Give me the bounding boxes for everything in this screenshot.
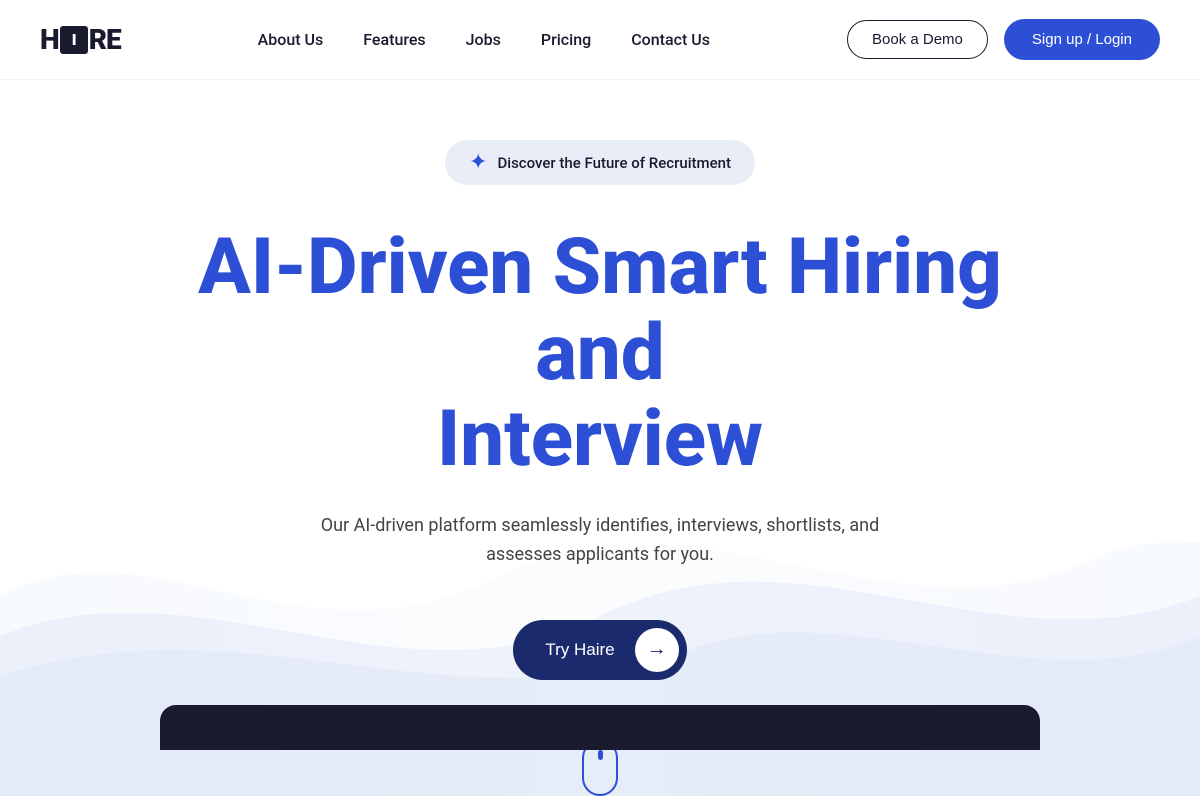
try-haire-label: Try Haire [545, 640, 614, 660]
hero-section: ✦ Discover the Future of Recruitment AI-… [0, 80, 1200, 796]
hero-badge: ✦ Discover the Future of Recruitment [445, 140, 755, 185]
nav-item-contact[interactable]: Contact Us [631, 30, 710, 49]
nav-item-jobs[interactable]: Jobs [466, 30, 501, 49]
hero-content: ✦ Discover the Future of Recruitment AI-… [150, 140, 1050, 796]
nav-item-about[interactable]: About Us [258, 30, 324, 49]
badge-text: Discover the Future of Recruitment [497, 154, 731, 172]
nav-item-pricing[interactable]: Pricing [541, 30, 591, 49]
arrow-icon: → [635, 628, 679, 672]
hero-title: AI-Driven Smart Hiring and Interview [150, 225, 1050, 482]
logo[interactable]: H I RE [40, 23, 121, 56]
signup-login-button[interactable]: Sign up / Login [1004, 19, 1160, 60]
sparkle-icon: ✦ [469, 150, 487, 175]
navbar: H I RE About Us Features Jobs Pricing Co… [0, 0, 1200, 80]
hero-subtitle: Our AI-driven platform seamlessly identi… [320, 512, 880, 570]
try-haire-button[interactable]: Try Haire → [513, 620, 686, 680]
logo-h: H [40, 23, 59, 56]
logo-box: I [60, 26, 88, 54]
hero-title-line2: Interview [437, 394, 763, 485]
book-demo-button[interactable]: Book a Demo [847, 20, 988, 59]
nav-links: About Us Features Jobs Pricing Contact U… [258, 30, 710, 49]
bottom-bar [160, 705, 1040, 750]
logo-re: RE [89, 23, 121, 56]
nav-actions: Book a Demo Sign up / Login [847, 19, 1160, 60]
mouse-dot [598, 750, 603, 760]
nav-item-features[interactable]: Features [363, 30, 425, 49]
hero-title-line1: AI-Driven Smart Hiring and [198, 222, 1002, 399]
